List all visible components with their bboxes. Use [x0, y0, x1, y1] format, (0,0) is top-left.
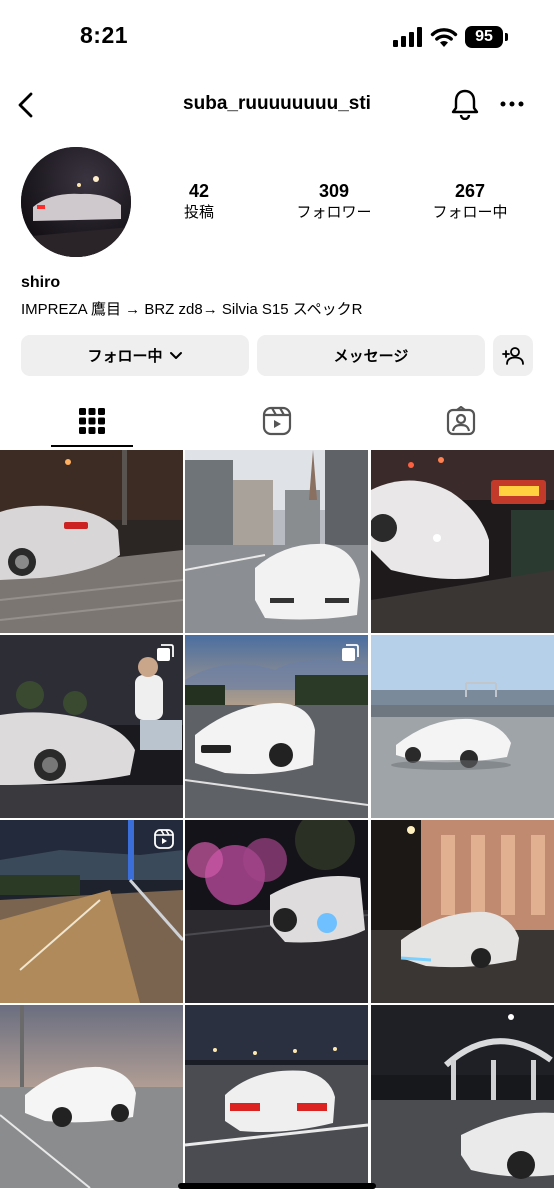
profile-name: shiro: [21, 274, 61, 291]
post-photo: [185, 450, 368, 633]
post-thumbnail[interactable]: [371, 635, 554, 818]
post-thumbnail[interactable]: [371, 450, 554, 633]
post-thumbnail[interactable]: [185, 820, 368, 1003]
post-photo: [371, 1005, 554, 1188]
multi-image-icon: [342, 644, 359, 661]
tagged-icon: [446, 406, 476, 436]
tab-reels[interactable]: [236, 393, 318, 449]
followers-label: フォロワー: [296, 204, 372, 221]
post-photo: [371, 820, 554, 1003]
battery-icon: 95: [465, 26, 503, 48]
post-thumbnail[interactable]: [371, 820, 554, 1003]
profile-header: suba_ruuuuuuuu_sti: [0, 80, 554, 130]
post-photo: [0, 450, 183, 633]
post-photo: [371, 450, 554, 633]
post-thumbnail[interactable]: [185, 635, 368, 818]
multi-image-icon: [157, 644, 174, 661]
tab-posts-grid[interactable]: [51, 393, 133, 449]
following-count: 267: [454, 181, 486, 201]
reel-icon: [154, 829, 174, 849]
cellular-signal-icon: [393, 27, 422, 47]
followers-count: 309: [318, 181, 350, 201]
stat-followers[interactable]: 309 フォロワー: [274, 181, 394, 224]
post-thumbnail[interactable]: [0, 450, 183, 633]
more-options-icon[interactable]: [500, 92, 524, 116]
battery-cap: [505, 33, 508, 41]
following-button-label: フォロー中: [87, 348, 163, 365]
message-button[interactable]: メッセージ: [257, 335, 485, 376]
active-tab-indicator: [51, 445, 133, 447]
post-thumbnail[interactable]: [185, 450, 368, 633]
post-thumbnail[interactable]: [371, 1005, 554, 1188]
post-photo: [185, 1005, 368, 1188]
post-photo: [185, 635, 368, 818]
posts-label: 投稿: [183, 204, 214, 221]
posts-count: 42: [188, 181, 210, 201]
stat-posts[interactable]: 42 投稿: [139, 181, 259, 224]
post-thumbnail[interactable]: [0, 820, 183, 1003]
status-bar: 8:21 95: [0, 0, 554, 70]
notification-bell-icon[interactable]: [450, 88, 480, 120]
post-thumbnail[interactable]: [0, 635, 183, 818]
reels-icon: [262, 406, 292, 436]
message-button-label: メッセージ: [333, 348, 409, 365]
avatar-photo: [21, 147, 131, 257]
grid-icon: [79, 408, 105, 434]
post-photo: [0, 635, 183, 818]
profile-avatar[interactable]: [21, 147, 131, 257]
profile-bio: IMPREZA 鷹目 → BRZ zd8→ Silvia S15 スペックR: [21, 301, 363, 318]
profile-tabs: [0, 393, 554, 449]
status-time: 8:21: [80, 22, 129, 48]
suggested-users-button[interactable]: [493, 335, 533, 376]
post-photo: [0, 1005, 183, 1188]
tab-tagged[interactable]: [420, 393, 502, 449]
add-person-icon: [502, 346, 524, 365]
post-photo: [371, 635, 554, 818]
following-label: フォロー中: [432, 204, 508, 221]
wifi-icon: [430, 28, 458, 47]
battery-level: 95: [475, 28, 493, 45]
following-button[interactable]: フォロー中: [21, 335, 249, 376]
post-thumbnail[interactable]: [0, 1005, 183, 1188]
home-indicator: [178, 1183, 376, 1189]
post-thumbnail[interactable]: [185, 1005, 368, 1188]
post-photo: [185, 820, 368, 1003]
stat-following[interactable]: 267 フォロー中: [410, 181, 530, 224]
chevron-down-icon: [169, 351, 182, 359]
